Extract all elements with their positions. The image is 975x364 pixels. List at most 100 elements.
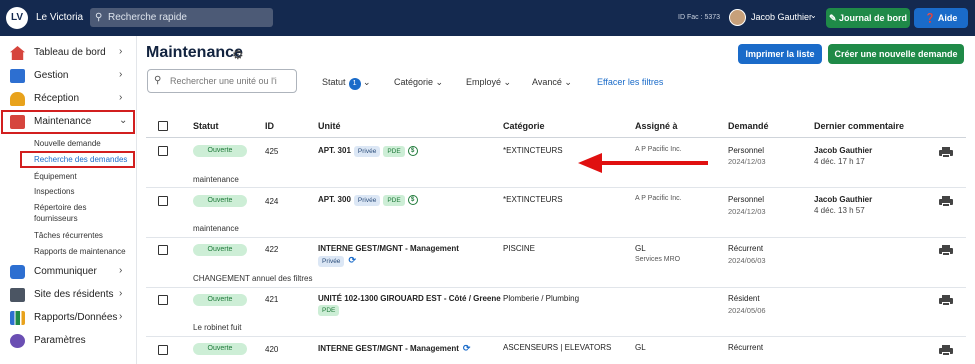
user-name[interactable]: Jacob Gauthier bbox=[751, 12, 812, 22]
chart-icon bbox=[10, 311, 25, 325]
sidebar-item-settings[interactable]: Paramètres bbox=[0, 331, 137, 351]
search-icon: ⚲ bbox=[95, 12, 103, 23]
row-id[interactable]: 420 bbox=[265, 345, 278, 354]
app-name[interactable]: Le Victoria bbox=[36, 12, 83, 23]
house-icon bbox=[10, 46, 25, 60]
row-unit[interactable]: INTERNE GEST/MGNT - Management ⟳ bbox=[318, 343, 470, 354]
status-badge: Ouverte bbox=[193, 294, 247, 306]
building-icon bbox=[10, 69, 25, 83]
row-category: PISCINE bbox=[503, 244, 536, 253]
row-assigned: A P Pacific Inc. bbox=[635, 195, 682, 202]
chevron-right-icon: › bbox=[119, 288, 123, 299]
sidebar-item-label: Tableau de bord bbox=[34, 47, 106, 58]
row-divider bbox=[146, 336, 966, 337]
print-list-button[interactable]: Imprimer la liste bbox=[738, 44, 822, 64]
select-all-checkbox[interactable] bbox=[158, 121, 168, 131]
chevron-right-icon: › bbox=[119, 92, 123, 103]
quick-search-placeholder: Recherche rapide bbox=[108, 12, 187, 23]
printer-icon[interactable] bbox=[939, 245, 953, 256]
row-category: *EXTINCTEURS bbox=[503, 195, 563, 204]
top-bar: LV Le Victoria ⚲ Recherche rapide ID Fac… bbox=[0, 0, 975, 36]
row-description: Le robinet fuit bbox=[193, 323, 242, 332]
submenu-new-request[interactable]: Nouvelle demande bbox=[34, 139, 101, 148]
filter-employee[interactable]: Employé ⌄ bbox=[466, 77, 511, 88]
journal-button[interactable]: ✎ Journal de bord bbox=[826, 8, 910, 28]
submenu-recurring-tasks[interactable]: Tâches récurrentes bbox=[34, 231, 103, 240]
filter-status-label: Statut bbox=[322, 77, 346, 87]
header-requested[interactable]: Demandé bbox=[728, 121, 769, 131]
chevron-right-icon: › bbox=[119, 265, 123, 276]
submenu-inspections[interactable]: Inspections bbox=[34, 187, 74, 196]
clear-filters-link[interactable]: Effacer les filtres bbox=[597, 77, 663, 87]
printer-icon[interactable] bbox=[939, 196, 953, 207]
sidebar-item-dashboard[interactable]: Tableau de bord › bbox=[0, 43, 137, 63]
chevron-down-icon: ⌄ bbox=[435, 77, 444, 87]
header-assigned[interactable]: Assigné à bbox=[635, 121, 678, 131]
unit-search-input[interactable]: ⚲ Rechercher une unité ou l'i bbox=[147, 69, 297, 93]
submenu-maintenance-reports[interactable]: Rapports de maintenance bbox=[34, 247, 126, 256]
row-category: Plomberie / Plumbing bbox=[503, 294, 580, 303]
logo[interactable]: LV bbox=[6, 7, 28, 29]
row-assigned-sub: Services MRO bbox=[635, 256, 681, 263]
comment-author: Jacob Gauthier bbox=[814, 195, 873, 204]
filter-category[interactable]: Catégorie ⌄ bbox=[394, 77, 443, 88]
row-assigned: GL bbox=[635, 244, 646, 253]
help-label: Aide bbox=[937, 13, 958, 23]
filter-advanced[interactable]: Avancé ⌄ bbox=[532, 77, 572, 88]
row-id[interactable]: 424 bbox=[265, 197, 278, 206]
bell-icon bbox=[10, 92, 25, 106]
row-id[interactable]: 421 bbox=[265, 295, 278, 304]
row-checkbox[interactable] bbox=[158, 345, 168, 355]
create-request-button[interactable]: Créer une nouvelle demande bbox=[828, 44, 964, 64]
row-description: CHANGEMENT annuel des filtres bbox=[193, 274, 313, 283]
sidebar-item-reception[interactable]: Réception › bbox=[0, 89, 137, 109]
row-checkbox[interactable] bbox=[158, 146, 168, 156]
row-checkbox[interactable] bbox=[158, 295, 168, 305]
row-checkbox[interactable] bbox=[158, 245, 168, 255]
chevron-down-icon[interactable]: ⌄ bbox=[810, 11, 817, 20]
header-last-comment[interactable]: Dernier commentaire bbox=[814, 121, 904, 131]
tag-pde: PDE bbox=[383, 146, 405, 158]
quick-search-input[interactable]: ⚲ Recherche rapide bbox=[90, 8, 273, 27]
printer-icon[interactable] bbox=[939, 147, 953, 158]
sidebar-item-gestion[interactable]: Gestion › bbox=[0, 66, 137, 86]
filter-employee-label: Employé bbox=[466, 77, 502, 87]
submenu-equipment[interactable]: Équipement bbox=[34, 172, 77, 181]
row-unit[interactable]: UNITÉ 102-1300 GIROUARD EST - Côté / Gre… bbox=[318, 294, 501, 303]
row-requested-date: 2024/06/03 bbox=[728, 256, 766, 265]
header-id[interactable]: ID bbox=[265, 121, 274, 131]
header-category[interactable]: Catégorie bbox=[503, 121, 545, 131]
chevron-right-icon: › bbox=[119, 46, 123, 57]
row-unit-tags: PDE bbox=[315, 305, 340, 316]
row-unit[interactable]: INTERNE GEST/MGNT - Management bbox=[318, 244, 459, 253]
tag-private: Privée bbox=[353, 146, 381, 158]
journal-label: Journal de bord bbox=[839, 13, 908, 23]
sidebar-item-resident-site[interactable]: Site des résidents › bbox=[0, 285, 137, 305]
header-status[interactable]: Statut bbox=[193, 121, 219, 131]
row-unit[interactable]: APT. 300 Privée PDE $ bbox=[318, 195, 418, 207]
avatar[interactable] bbox=[729, 9, 746, 26]
tag-pde: PDE bbox=[383, 195, 405, 207]
header-unit[interactable]: Unité bbox=[318, 121, 341, 131]
filter-status[interactable]: Statut 1 ⌄ bbox=[322, 77, 371, 90]
help-button[interactable]: ❓ Aide bbox=[914, 8, 968, 28]
tag-pde: PDE bbox=[318, 305, 340, 316]
row-category: *EXTINCTEURS bbox=[503, 146, 563, 155]
sidebar-item-reports[interactable]: Rapports/Données › bbox=[0, 308, 137, 328]
row-id[interactable]: 422 bbox=[265, 245, 278, 254]
chevron-down-icon: ⌄ bbox=[564, 77, 572, 87]
status-badge: Ouverte bbox=[193, 343, 247, 355]
submenu-vendor-directory-line2[interactable]: fournisseurs bbox=[34, 214, 78, 223]
row-unit[interactable]: APT. 301 Privée PDE $ bbox=[318, 146, 418, 158]
settings-gear-icon[interactable]: ⚙ bbox=[232, 47, 244, 63]
printer-icon[interactable] bbox=[939, 295, 953, 306]
submenu-vendor-directory[interactable]: Répertoire des bbox=[34, 203, 86, 212]
row-requested-date: 2024/12/03 bbox=[728, 207, 766, 216]
printer-icon[interactable] bbox=[939, 345, 953, 356]
header-divider bbox=[146, 137, 966, 138]
status-badge: Ouverte bbox=[193, 145, 247, 157]
sidebar-item-communiquer[interactable]: Communiquer › bbox=[0, 262, 137, 282]
row-checkbox[interactable] bbox=[158, 196, 168, 206]
sidebar-item-label: Gestion bbox=[34, 70, 69, 81]
row-id[interactable]: 425 bbox=[265, 147, 278, 156]
